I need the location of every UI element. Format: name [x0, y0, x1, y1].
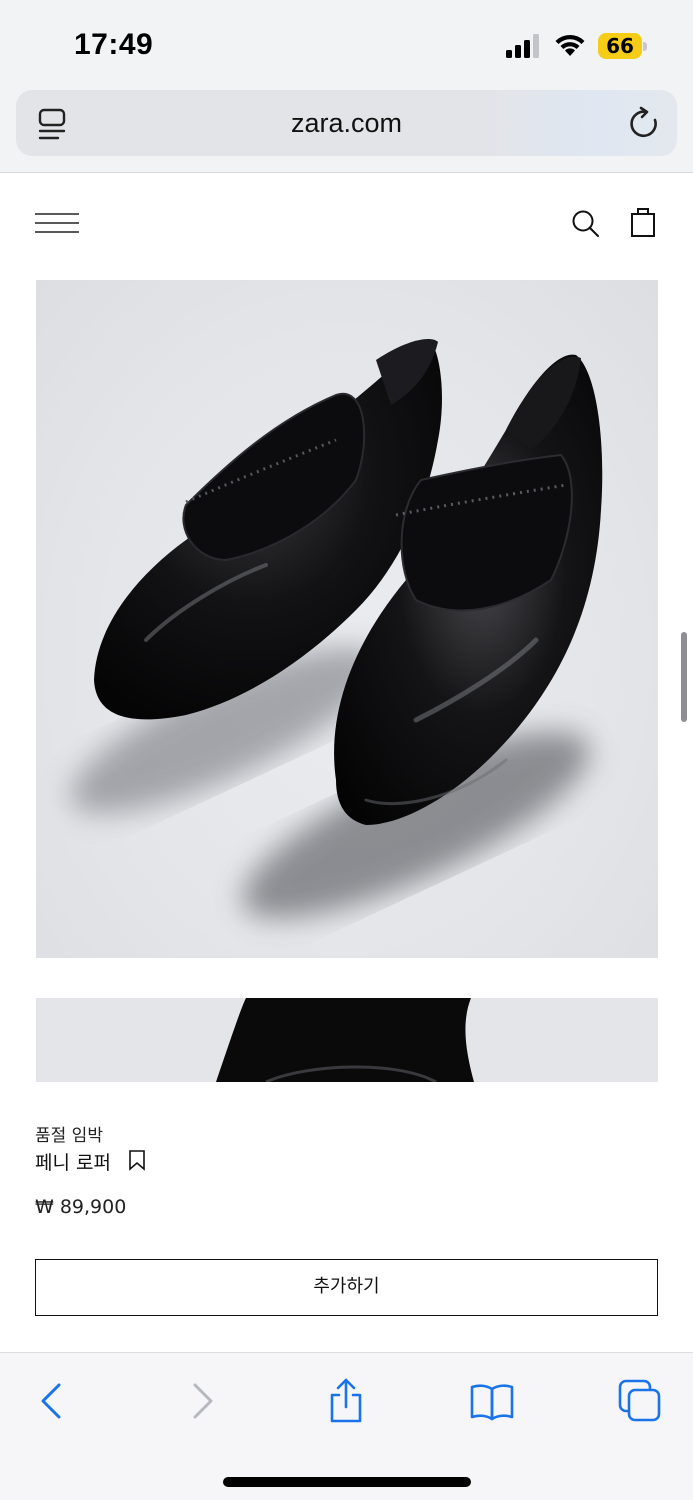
product-image[interactable] — [36, 280, 658, 958]
search-icon[interactable] — [570, 208, 600, 238]
status-bar: 17:49 66 — [0, 0, 693, 90]
product-image-secondary[interactable] — [36, 998, 658, 1082]
loafer-closeup-illustration — [216, 998, 474, 1082]
product-price: ₩ 89,900 — [35, 1196, 127, 1218]
hamburger-menu-icon[interactable] — [35, 210, 79, 236]
browser-toolbar — [0, 1352, 693, 1500]
battery-level: 66 — [606, 34, 634, 58]
battery-cap — [643, 42, 647, 51]
page-menu-icon[interactable] — [37, 107, 67, 141]
shopping-bag-icon[interactable] — [630, 206, 656, 238]
tabs-icon[interactable] — [616, 1377, 664, 1425]
product-name[interactable]: 페니 로퍼 — [35, 1148, 111, 1175]
home-indicator — [223, 1477, 471, 1487]
book-icon[interactable] — [468, 1377, 516, 1425]
bookmark-icon[interactable] — [127, 1149, 147, 1171]
stock-status-label: 품절 임박 — [35, 1126, 103, 1146]
url-text[interactable]: zara.com — [16, 90, 677, 156]
chevron-right-icon[interactable] — [178, 1377, 226, 1425]
add-to-cart-button[interactable]: 추가하기 — [35, 1259, 658, 1316]
cellular-signal-icon — [506, 34, 539, 58]
status-time: 17:49 — [74, 28, 154, 61]
address-bar[interactable]: zara.com — [16, 90, 677, 156]
browser-top-bar: zara.com — [0, 90, 693, 173]
wifi-icon — [555, 34, 585, 56]
share-icon[interactable] — [322, 1377, 370, 1425]
loafer-shoes-illustration — [70, 339, 603, 919]
scrollbar[interactable] — [681, 632, 687, 722]
reload-icon[interactable] — [628, 106, 660, 140]
battery-indicator: 66 — [598, 33, 648, 59]
chevron-left-icon[interactable] — [28, 1377, 76, 1425]
